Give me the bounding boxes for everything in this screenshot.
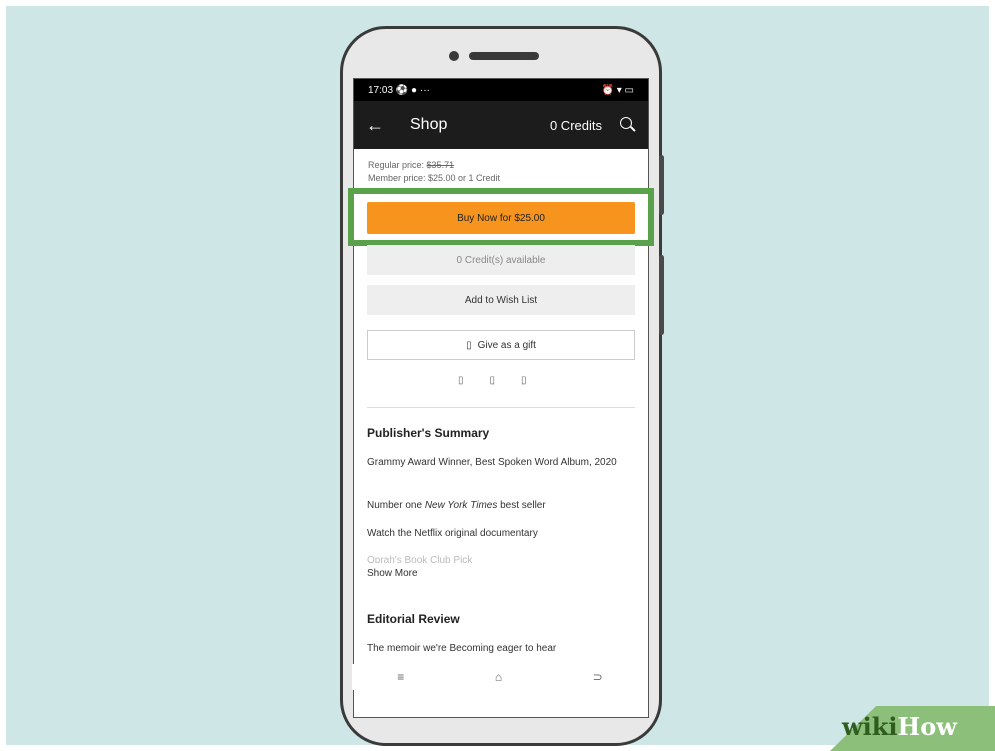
credits-count[interactable]: 0 Credits (550, 118, 602, 133)
home-icon[interactable]: ⌂ (495, 670, 502, 684)
share-icons: ▯ ▯ ▯ (458, 375, 527, 386)
pricing-block: Regular price: $35.71 Member price: $25.… (354, 149, 648, 185)
divider (367, 407, 635, 408)
menu-icon[interactable]: ≡ (397, 670, 404, 684)
publisher-summary-heading: Publisher's Summary (367, 426, 490, 440)
back-arrow-icon[interactable]: ← (366, 115, 398, 136)
give-as-gift-button[interactable]: ▯ Give as a gift (367, 330, 635, 360)
status-bar: 17:03 ⚽ ● ··· ⏰ ▾ ▭ (354, 79, 648, 101)
page-title: Shop (410, 116, 448, 133)
search-icon[interactable] (620, 117, 636, 133)
wikihow-logo: wikiHow (842, 712, 957, 741)
buy-now-button[interactable]: Buy Now for $25.00 (367, 202, 635, 234)
android-nav-bar: ≡ ⌂ ⊃ (352, 664, 648, 690)
share-icon-3[interactable]: ▯ (521, 375, 527, 386)
editorial-review-heading: Editorial Review (367, 612, 460, 626)
gift-icon: ▯ (466, 339, 472, 351)
phone-frame: 17:03 ⚽ ● ··· ⏰ ▾ ▭ ← Shop 0 Credits Reg… (340, 26, 664, 746)
regular-price: Regular price: $35.71 (368, 160, 455, 170)
summary-line-2: Number one New York Times best seller (367, 500, 546, 511)
status-icons: ⏰ ▾ ▭ (601, 84, 634, 96)
summary-line-3: Watch the Netflix original documentary (367, 528, 538, 539)
editorial-line-1: The memoir we're Becoming eager to hear (367, 643, 557, 654)
member-price: Member price: $25.00 or 1 Credit (368, 173, 501, 183)
volume-button (659, 155, 664, 215)
credits-available-button[interactable]: 0 Credit(s) available (367, 245, 635, 275)
speaker-grille (469, 52, 539, 60)
app-bar: ← Shop 0 Credits (354, 101, 648, 149)
summary-line-4: Oprah's Book Club Pick (367, 555, 473, 563)
add-to-wish-list-button[interactable]: Add to Wish List (367, 285, 635, 315)
gift-label: Give as a gift (477, 339, 536, 351)
share-icon-2[interactable]: ▯ (490, 375, 496, 386)
camera-icon (449, 51, 459, 61)
back-icon[interactable]: ⊃ (593, 670, 603, 684)
status-time: 17:03 ⚽ ● ··· (368, 84, 430, 96)
power-button (659, 255, 664, 335)
share-icon-1[interactable]: ▯ (458, 375, 464, 386)
show-more-link[interactable]: Show More (367, 566, 635, 581)
summary-line-1: Grammy Award Winner, Best Spoken Word Al… (367, 457, 617, 468)
